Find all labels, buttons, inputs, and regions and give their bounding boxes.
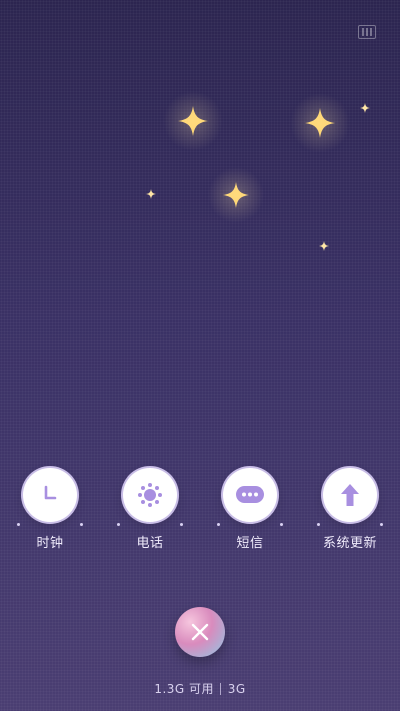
message-icon (236, 486, 264, 503)
action-message[interactable]: 短信 (200, 468, 300, 551)
clock-button[interactable] (17, 468, 83, 526)
action-label: 系统更新 (322, 536, 377, 551)
close-icon (191, 623, 209, 641)
action-label: 短信 (236, 536, 264, 551)
star-icon (158, 86, 228, 156)
action-phone[interactable]: 电话 (100, 468, 200, 551)
small-star-icon (319, 236, 329, 251)
memory-info: 1.3G 可用 3G (0, 680, 400, 697)
clock-icon (44, 485, 57, 500)
memory-separator (220, 683, 222, 695)
small-star-icon (360, 98, 370, 113)
message-button[interactable] (217, 468, 283, 526)
close-button[interactable] (175, 607, 225, 657)
star-icon (203, 162, 269, 228)
system-update-button[interactable] (317, 468, 383, 526)
update-arrow-icon (341, 484, 359, 506)
phone-icon (138, 483, 162, 507)
memory-available: 1.3G 可用 (154, 682, 215, 696)
status-indicator-icon (358, 25, 376, 39)
star-icon (285, 88, 355, 158)
action-label: 时钟 (36, 536, 64, 551)
action-system-update[interactable]: 系统更新 (300, 468, 400, 551)
action-label: 电话 (136, 536, 164, 551)
quick-actions-row: 时钟 电话 短信 系统更新 (0, 468, 400, 551)
phone-button[interactable] (117, 468, 183, 526)
small-star-icon (146, 184, 156, 199)
memory-total: 3G (227, 682, 246, 696)
action-clock[interactable]: 时钟 (0, 468, 100, 551)
